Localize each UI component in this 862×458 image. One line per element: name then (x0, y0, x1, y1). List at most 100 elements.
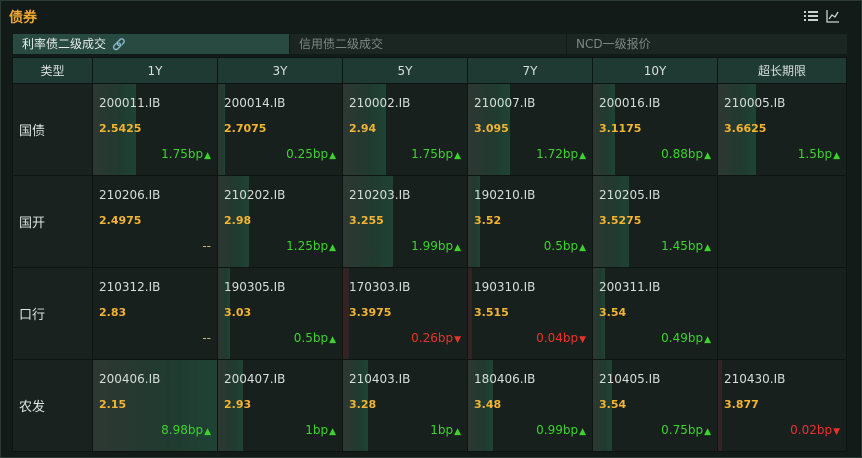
tab-label: NCD一级报价 (576, 37, 651, 51)
bond-cell[interactable]: 210005.IB 3.6625 1.5bp▲ (717, 83, 847, 176)
bond-code: 210403.IB (349, 372, 411, 386)
row-type-label: 农发 (12, 359, 93, 452)
bond-yield: 3.48 (474, 398, 502, 411)
column-header-ultra-long[interactable]: 超长期限 (717, 57, 847, 84)
bond-code: 210203.IB (349, 188, 411, 202)
triangle-up-icon: ▲ (454, 243, 461, 253)
column-header-5y[interactable]: 5Y (342, 57, 468, 84)
bond-panel: 债券 利率债二级成交 🔗 信用债二级成交 NCD一级报价 类型 1Y 3Y 5Y… (0, 0, 862, 458)
bond-code: 210205.IB (599, 188, 661, 202)
bond-cell[interactable]: 210405.IB 3.54 0.75bp▲ (592, 359, 718, 452)
bond-code: 190305.IB (224, 280, 286, 294)
tab-bar: 利率债二级成交 🔗 信用债二级成交 NCD一级报价 (13, 34, 847, 54)
bond-cell[interactable]: 190305.IB 3.03 0.5bp▲ (217, 267, 343, 360)
bond-code: 210202.IB (224, 188, 286, 202)
triangle-up-icon: ▲ (329, 243, 336, 253)
yield-change-value: 1bp (305, 423, 329, 437)
column-header-1y[interactable]: 1Y (92, 57, 218, 84)
bond-code: 190210.IB (474, 188, 536, 202)
column-header-type[interactable]: 类型 (12, 57, 93, 84)
yield-change: 1.72bp▲ (536, 147, 586, 161)
bond-cell[interactable]: 210312.IB 2.83 -- (92, 267, 218, 360)
yield-change: 0.75bp▲ (661, 423, 711, 437)
yield-change: -- (202, 331, 211, 345)
yield-change-value: 0.49bp (661, 331, 704, 345)
triangle-down-icon: ▼ (454, 335, 461, 345)
tab-rate-bond-secondary[interactable]: 利率债二级成交 🔗 (13, 34, 289, 54)
bond-yield: 2.94 (349, 122, 377, 135)
row-type-label: 国债 (12, 83, 93, 176)
bond-code: 210005.IB (724, 96, 786, 110)
bond-code: 210312.IB (99, 280, 161, 294)
bond-cell[interactable]: 190210.IB 3.52 0.5bp▲ (467, 175, 593, 268)
bond-cell[interactable]: 200014.IB 2.7075 0.25bp▲ (217, 83, 343, 176)
row-type-label: 国开 (12, 175, 93, 268)
yield-change-value: 1.72bp (536, 147, 579, 161)
bond-code: 210405.IB (599, 372, 661, 386)
yield-change: 0.02bp▼ (790, 423, 840, 437)
bond-cell[interactable]: 210206.IB 2.4975 -- (92, 175, 218, 268)
yield-change: 0.04bp▼ (536, 331, 586, 345)
bond-cell[interactable]: 200406.IB 2.15 8.98bp▲ (92, 359, 218, 452)
bond-code: 210430.IB (724, 372, 786, 386)
column-header-3y[interactable]: 3Y (217, 57, 343, 84)
bond-cell[interactable]: 200016.IB 3.1175 0.88bp▲ (592, 83, 718, 176)
triangle-up-icon: ▲ (204, 151, 211, 161)
bond-cell[interactable]: 210002.IB 2.94 1.75bp▲ (342, 83, 468, 176)
yield-change: 0.99bp▲ (536, 423, 586, 437)
bond-yield: 3.6625 (724, 122, 767, 135)
bond-code: 200311.IB (599, 280, 661, 294)
triangle-up-icon: ▲ (704, 243, 711, 253)
bond-code: 180406.IB (474, 372, 536, 386)
bond-cell[interactable]: 210007.IB 3.095 1.72bp▲ (467, 83, 593, 176)
bond-code: 210206.IB (99, 188, 161, 202)
bond-code: 190310.IB (474, 280, 536, 294)
tab-label: 信用债二级成交 (299, 37, 384, 51)
row-type-label: 口行 (12, 267, 93, 360)
change-bar (468, 268, 472, 359)
yield-change-value: 0.04bp (536, 331, 579, 345)
line-chart-icon[interactable] (826, 9, 840, 23)
list-icon[interactable] (804, 9, 818, 23)
bond-code: 170303.IB (349, 280, 411, 294)
bond-cell[interactable]: 180406.IB 3.48 0.99bp▲ (467, 359, 593, 452)
yield-change-value: 1.45bp (661, 239, 704, 253)
bond-yield: 3.1175 (599, 122, 642, 135)
yield-change-value: 1.75bp (161, 147, 204, 161)
bond-cell[interactable]: 210430.IB 3.877 0.02bp▼ (717, 359, 847, 452)
tab-ncd-primary-quote[interactable]: NCD一级报价 (567, 34, 847, 54)
bond-cell[interactable]: 210403.IB 3.28 1bp▲ (342, 359, 468, 452)
bond-cell[interactable]: 170303.IB 3.3975 0.26bp▼ (342, 267, 468, 360)
bond-cell[interactable]: 200011.IB 2.5425 1.75bp▲ (92, 83, 218, 176)
bond-cell[interactable]: 190310.IB 3.515 0.04bp▼ (467, 267, 593, 360)
yield-change-value: 0.5bp (543, 239, 579, 253)
bond-yield: 2.15 (99, 398, 127, 411)
triangle-up-icon: ▲ (704, 151, 711, 161)
triangle-up-icon: ▲ (454, 151, 461, 161)
yield-change: 0.25bp▲ (286, 147, 336, 161)
tab-credit-bond-secondary[interactable]: 信用债二级成交 (290, 34, 566, 54)
column-header-10y[interactable]: 10Y (592, 57, 718, 84)
yield-change-value: 0.02bp (790, 423, 833, 437)
yield-change-value: 1.99bp (411, 239, 454, 253)
triangle-up-icon: ▲ (329, 151, 336, 161)
bond-cell[interactable]: 200407.IB 2.93 1bp▲ (217, 359, 343, 452)
yield-change: 1.99bp▲ (411, 239, 461, 253)
bond-code: 200011.IB (99, 96, 161, 110)
yield-change-value: 0.5bp (293, 331, 329, 345)
bond-yield: 3.877 (724, 398, 759, 411)
bond-cell[interactable]: 210202.IB 2.98 1.25bp▲ (217, 175, 343, 268)
bond-cell[interactable]: 210205.IB 3.5275 1.45bp▲ (592, 175, 718, 268)
triangle-up-icon: ▲ (704, 335, 711, 345)
triangle-up-icon: ▲ (204, 427, 211, 437)
yield-change: 8.98bp▲ (161, 423, 211, 437)
bond-yield: 2.93 (224, 398, 252, 411)
bond-yield: 2.4975 (99, 214, 142, 227)
bond-cell[interactable]: 210203.IB 3.255 1.99bp▲ (342, 175, 468, 268)
panel-header: 债券 (1, 1, 861, 31)
triangle-up-icon: ▲ (579, 243, 586, 253)
column-header-7y[interactable]: 7Y (467, 57, 593, 84)
bond-cell[interactable]: 200311.IB 3.54 0.49bp▲ (592, 267, 718, 360)
bond-cell (717, 175, 847, 268)
yield-change-value: 0.26bp (411, 331, 454, 345)
